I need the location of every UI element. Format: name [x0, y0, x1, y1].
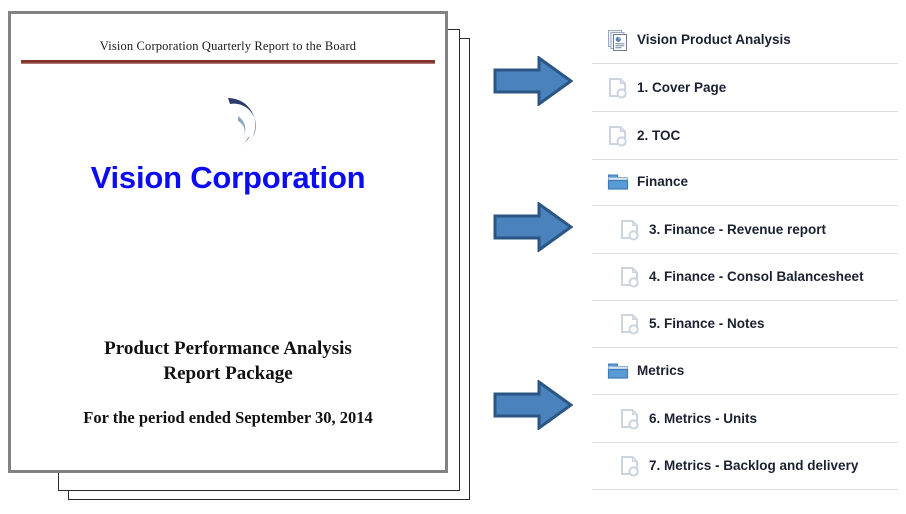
tree-item-root[interactable]: Vision Product Analysis [592, 16, 898, 64]
tree-item-label: 3. Finance - Revenue report [649, 222, 827, 237]
document-tree: Vision Product Analysis 1. Cover Page 2.… [592, 0, 906, 514]
tree-item-label: 4. Finance - Consol Balancesheet [649, 269, 864, 284]
document-stack-icon [606, 28, 630, 52]
folder-icon [606, 359, 630, 383]
right-block-arrow-icon [493, 379, 574, 435]
tree-item-label: 7. Metrics - Backlog and delivery [649, 458, 859, 473]
page-header-text: Vision Corporation Quarterly Report to t… [99, 39, 357, 53]
tree-item-cover-page[interactable]: 1. Cover Page [592, 64, 898, 112]
right-block-arrow-icon [493, 201, 574, 257]
tree-item-finance-revenue-report[interactable]: 3. Finance - Revenue report [592, 206, 898, 254]
right-block-arrow-icon [493, 55, 574, 111]
tree-item-label: Metrics [637, 363, 685, 378]
company-name: Vision Corporation [90, 160, 366, 195]
tree-item-finance-folder[interactable]: Finance [592, 158, 898, 206]
report-period: For the period ended September 30, 2014 [83, 408, 373, 427]
page-icon [618, 218, 642, 242]
tree-item-label: 1. Cover Page [637, 80, 727, 95]
tree-item-finance-consol-balancesheet[interactable]: 4. Finance - Consol Balancesheet [592, 253, 898, 301]
page-icon [606, 124, 630, 148]
page-icon [618, 454, 642, 478]
tree-item-metrics-backlog-and-delivery[interactable]: 7. Metrics - Backlog and delivery [592, 442, 898, 490]
tree-item-label: 5. Finance - Notes [649, 316, 765, 331]
tree-item-label: 2. TOC [637, 128, 681, 143]
tree-item-label: Finance [637, 174, 689, 189]
folder-icon [606, 170, 630, 194]
tree-item-finance-notes[interactable]: 5. Finance - Notes [592, 300, 898, 348]
tree-item-label: 6. Metrics - Units [649, 411, 758, 426]
tree-item-toc[interactable]: 2. TOC [592, 112, 898, 160]
report-title-block: Product Performance Analysis Report Pack… [11, 336, 445, 428]
report-title-line-2: Report Package [163, 363, 293, 384]
tree-item-metrics-folder[interactable]: Metrics [592, 347, 898, 395]
cover-page[interactable]: Vision Corporation Quarterly Report to t… [8, 11, 448, 473]
page-icon [618, 265, 642, 289]
page-icon [618, 407, 642, 431]
tree-item-metrics-units[interactable]: 6. Metrics - Units [592, 395, 898, 443]
page-icon [606, 76, 630, 100]
page-header-rule [21, 60, 435, 64]
document-preview: Vision Corporation Quarterly Report to t… [0, 0, 480, 514]
page-icon [618, 312, 642, 336]
report-title-line-1: Product Performance Analysis [104, 338, 352, 359]
tree-item-label: Vision Product Analysis [637, 32, 791, 47]
company-logo [11, 76, 445, 168]
